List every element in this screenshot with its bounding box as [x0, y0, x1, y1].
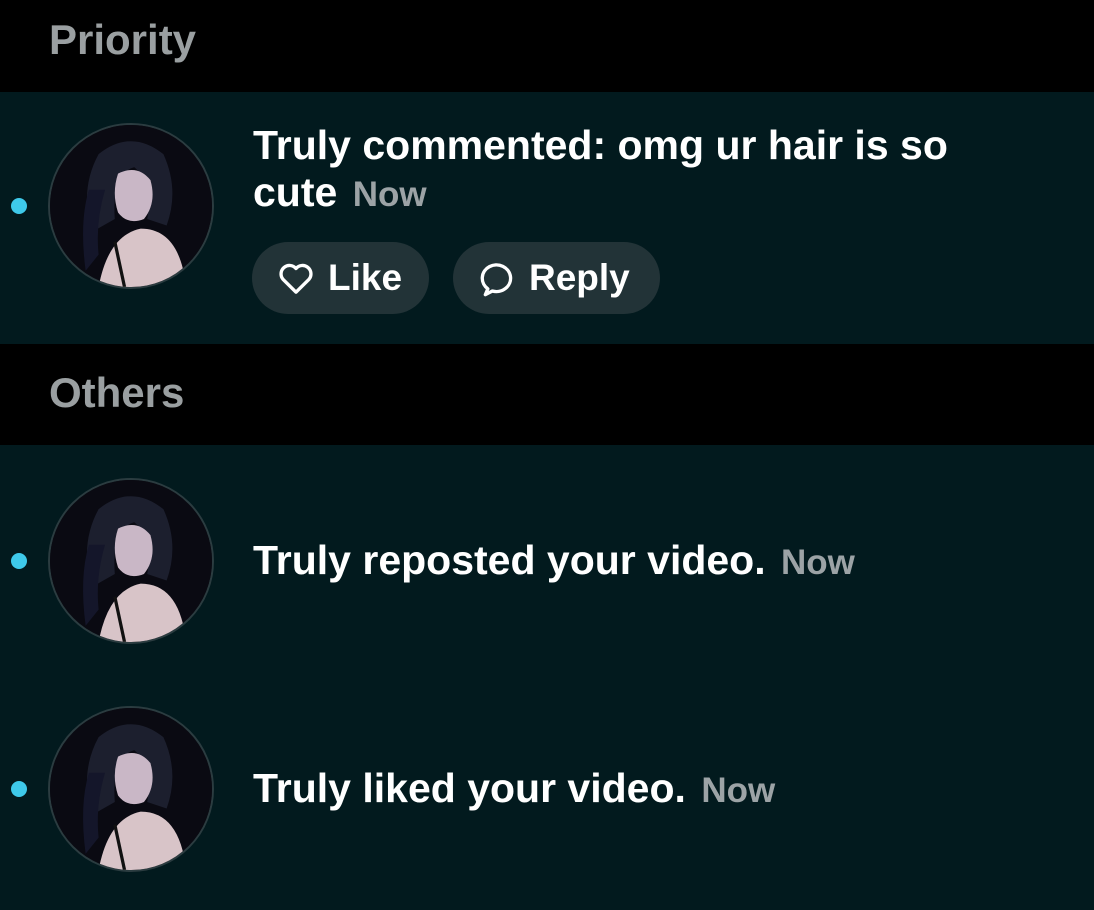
section-header-priority: Priority — [0, 0, 1094, 92]
unread-dot — [11, 553, 27, 569]
user-avatar-photo-icon — [50, 480, 212, 642]
notification-text: Truly reposted your video. Now — [253, 537, 1053, 586]
chat-bubble-icon — [480, 263, 513, 297]
avatar[interactable] — [48, 706, 214, 872]
section-title: Others — [49, 369, 185, 416]
reply-button[interactable]: Reply — [453, 242, 660, 314]
unread-dot — [11, 198, 27, 214]
notification-message: Truly reposted your video. — [253, 537, 766, 583]
notification-time: Now — [352, 175, 427, 214]
notification-time: Now — [781, 543, 855, 582]
notification-time: Now — [701, 771, 776, 810]
unread-dot — [11, 781, 27, 797]
notification-text: Truly liked your video. Now — [253, 765, 1053, 814]
user-avatar-photo-icon — [50, 708, 212, 870]
notification-text: Truly commented: omg ur hair is so cute … — [253, 122, 1023, 218]
like-label: Like — [328, 257, 403, 298]
like-button[interactable]: Like — [252, 242, 429, 314]
notification-item[interactable]: Truly reposted your video. Now — [0, 445, 1094, 675]
heart-icon — [279, 263, 313, 294]
notifications-screen: Priority Truly commented: omg ur hair is… — [0, 0, 1094, 910]
section-title: Priority — [49, 16, 197, 63]
notification-message: Truly liked your video. — [253, 765, 686, 811]
notification-item[interactable]: Truly liked your video. Now — [0, 675, 1094, 910]
avatar[interactable] — [48, 478, 214, 644]
avatar[interactable] — [48, 123, 214, 289]
reply-label: Reply — [529, 257, 630, 298]
user-avatar-photo-icon — [50, 125, 212, 287]
section-header-others: Others — [0, 344, 1094, 445]
